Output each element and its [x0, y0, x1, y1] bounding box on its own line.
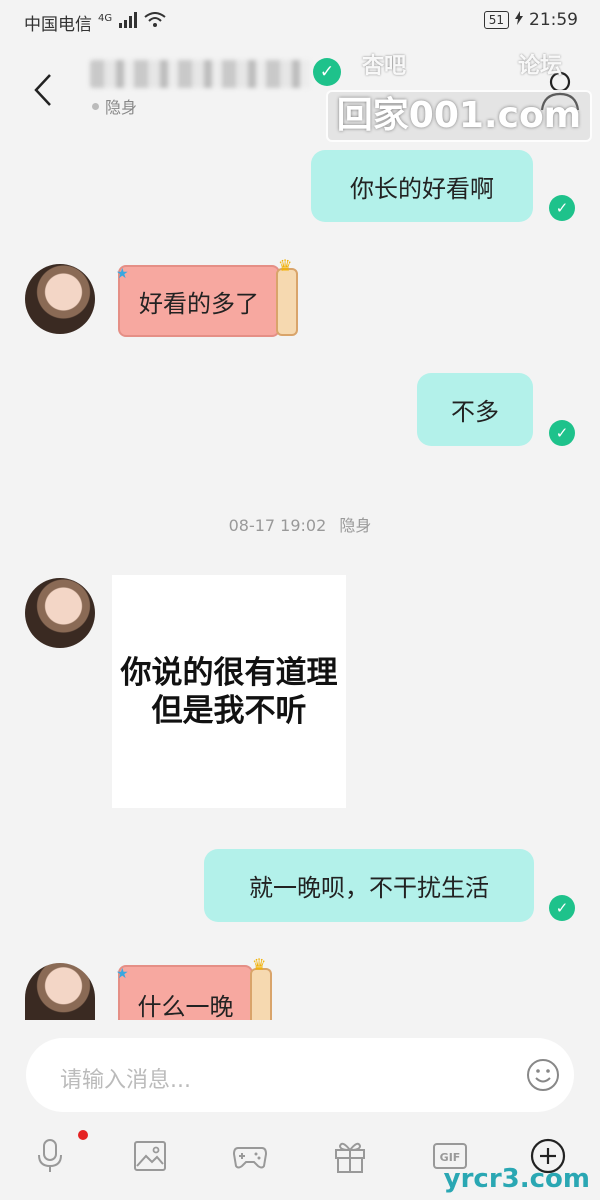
game-button[interactable]	[232, 1138, 268, 1174]
message-text: 就一晚呗，不干扰生活	[249, 874, 489, 902]
contact-name-blurred[interactable]	[90, 60, 310, 88]
contact-avatar[interactable]	[25, 264, 95, 334]
contact-avatar[interactable]	[25, 578, 95, 648]
profile-button[interactable]	[538, 68, 582, 112]
message-bubble-outgoing[interactable]: 不多	[417, 373, 533, 446]
contact-avatar[interactable]	[25, 963, 95, 1020]
image-icon	[134, 1141, 166, 1171]
message-bubble-incoming[interactable]: 好看的多了	[118, 265, 280, 337]
gift-icon	[335, 1142, 365, 1173]
message-text: 你长的好看啊	[350, 174, 494, 203]
message-input-bar[interactable]: 请输入消息...	[26, 1038, 574, 1112]
site-watermark: yrcr3.com	[443, 1164, 590, 1194]
notification-dot	[78, 1130, 88, 1140]
presence-status: 隐身	[92, 94, 137, 118]
star-icon: ★	[116, 266, 129, 282]
message-text: 什么一晚	[137, 993, 234, 1021]
smiley-icon	[527, 1059, 559, 1091]
bubble-scroll-decoration	[276, 268, 298, 336]
network-label: 4G	[98, 13, 113, 24]
message-text: 不多	[451, 398, 499, 426]
read-check-icon: ✓	[549, 195, 575, 221]
clock: 21:59	[529, 10, 578, 30]
read-check-icon: ✓	[549, 420, 575, 446]
voice-button[interactable]	[32, 1138, 68, 1174]
carrier-label: 中国电信	[24, 15, 92, 35]
image-button[interactable]	[132, 1138, 168, 1174]
check-badge-icon: ✓	[313, 58, 341, 86]
read-check-icon: ✓	[549, 895, 575, 921]
charging-icon	[515, 10, 523, 30]
back-chevron-icon	[34, 74, 51, 106]
timestamp-status: 隐身	[339, 516, 372, 535]
status-left: 中国电信 4G	[24, 10, 166, 35]
battery-indicator: 51	[483, 11, 509, 29]
sticker-line-2: 但是我不听	[151, 692, 307, 729]
bubble-scroll-decoration	[250, 968, 272, 1020]
star-icon: ★	[116, 966, 129, 982]
message-text: 好看的多了	[139, 289, 259, 318]
message-bubble-outgoing[interactable]: 就一晚呗，不干扰生活	[204, 849, 534, 922]
presence-label: 隐身	[105, 98, 138, 117]
message-input[interactable]: 请输入消息...	[60, 1062, 191, 1094]
back-button[interactable]	[30, 70, 60, 110]
chat-header: ✓ 隐身	[0, 40, 600, 140]
gif-label: GIF	[440, 1151, 461, 1164]
person-icon	[540, 71, 580, 111]
crown-icon: ♛	[252, 955, 267, 974]
sticker-image[interactable]: 你说的很有道理 但是我不听	[112, 575, 346, 808]
gift-button[interactable]	[332, 1138, 368, 1174]
status-right: 51 21:59	[483, 10, 578, 30]
wifi-icon	[144, 12, 166, 33]
timestamp-time: 08-17 19:02	[228, 516, 327, 535]
crown-icon: ♛	[278, 256, 293, 275]
microphone-icon	[38, 1139, 62, 1172]
message-bubble-incoming[interactable]: 什么一晚	[118, 965, 253, 1021]
emoji-button[interactable]	[526, 1058, 560, 1092]
message-timestamp: 08-17 19:02 隐身	[0, 512, 600, 536]
sticker-line-1: 你说的很有道理	[120, 654, 338, 691]
signal-icon	[118, 12, 138, 33]
gamepad-icon	[232, 1147, 268, 1169]
message-bubble-outgoing[interactable]: 你长的好看啊	[311, 150, 533, 222]
presence-dot	[92, 102, 99, 110]
status-bar: 中国电信 4G 51 21:59	[0, 0, 600, 40]
